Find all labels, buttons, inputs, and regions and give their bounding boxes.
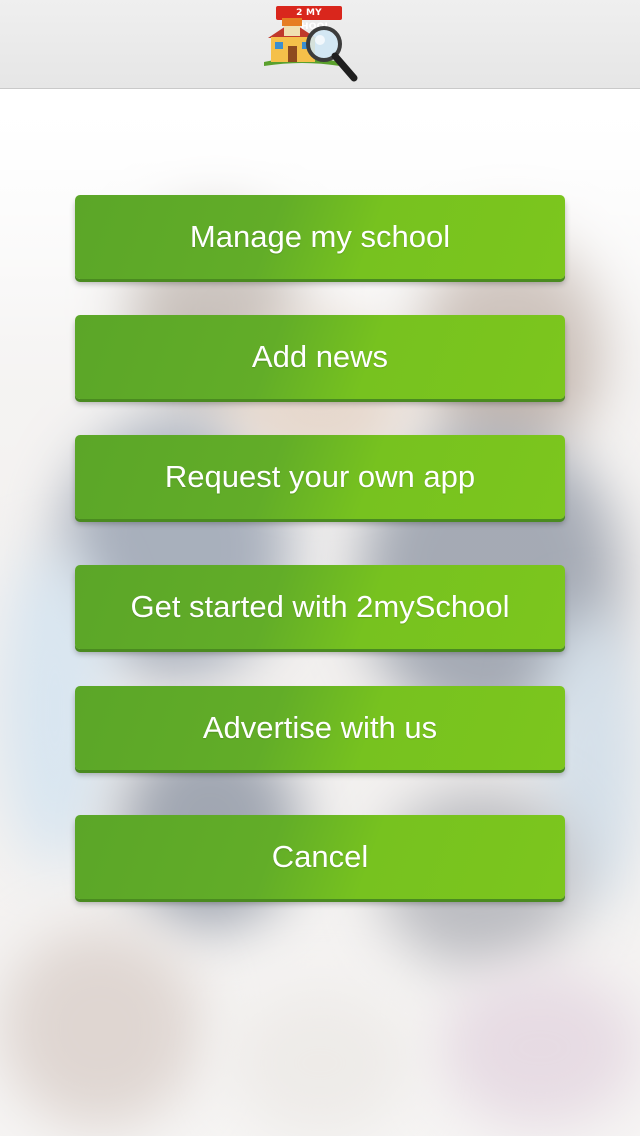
cancel-button[interactable]: Cancel	[75, 815, 565, 899]
school-logo: 2 MY SCHOOL	[262, 4, 362, 84]
add-news-button[interactable]: Add news	[75, 315, 565, 399]
screen: 2 MY SCHOOL Manage my school Add news Re…	[0, 0, 640, 1136]
get-started-button[interactable]: Get started with 2mySchool	[75, 565, 565, 649]
top-bar: 2 MY SCHOOL	[0, 0, 640, 89]
request-your-own-app-button[interactable]: Request your own app	[75, 435, 565, 519]
manage-my-school-button[interactable]: Manage my school	[75, 195, 565, 279]
advertise-with-us-button[interactable]: Advertise with us	[75, 686, 565, 770]
school-house-magnifier-icon	[264, 18, 358, 82]
